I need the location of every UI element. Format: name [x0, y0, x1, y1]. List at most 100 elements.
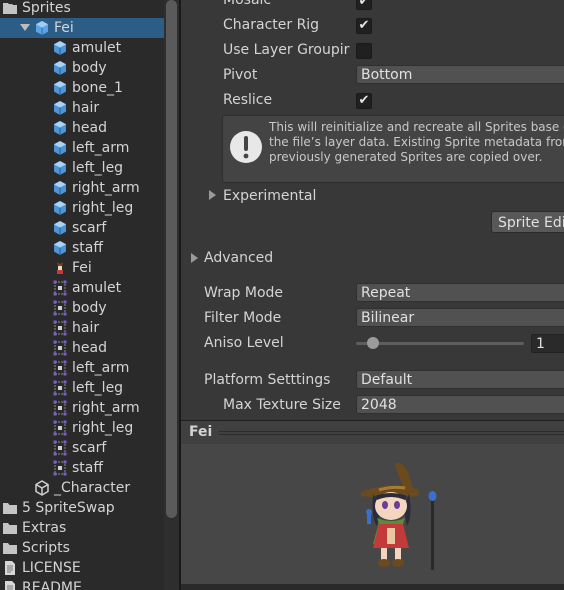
tree-item[interactable]: Fei — [0, 18, 164, 38]
tree-item-label: scarf — [72, 220, 107, 236]
reslice-info-box: This will reinitialize and recreate all … — [222, 115, 564, 183]
tree-item[interactable]: amulet — [0, 278, 164, 298]
tree-item[interactable]: scarf — [0, 218, 164, 238]
max-texture-size-dropdown[interactable]: 2048 — [356, 395, 564, 414]
aniso-level-label: Aniso Level — [204, 335, 284, 351]
tree-item[interactable]: left_arm — [0, 138, 164, 158]
sprite-rect-icon — [52, 420, 68, 436]
mosaic-label: Mosaic — [223, 0, 272, 8]
project-scrollbar[interactable] — [164, 0, 179, 590]
aniso-level-field[interactable]: 1 — [531, 334, 564, 353]
aniso-level-slider-knob[interactable] — [366, 337, 379, 349]
character-icon — [52, 260, 68, 276]
pivot-label: Pivot — [223, 67, 258, 83]
sprite-cube-icon — [52, 180, 68, 196]
tree-item[interactable]: README — [0, 578, 164, 590]
sprite-editor-button[interactable]: Sprite Edi — [491, 211, 564, 233]
pivot-dropdown[interactable]: Bottom — [356, 65, 564, 84]
character-rig-checkbox[interactable]: ✔ — [356, 18, 372, 34]
platform-settings-dropdown[interactable]: Default — [356, 370, 564, 389]
tree-item[interactable]: staff — [0, 238, 164, 258]
advanced-foldout-arrow-icon[interactable] — [191, 253, 198, 263]
project-panel: Sprites Fei amulet body bone_1 hair head left_a… — [0, 0, 164, 590]
tree-item[interactable]: hair — [0, 98, 164, 118]
preview-header-grip — [219, 434, 564, 435]
use-layer-grouping-checkbox[interactable] — [356, 43, 372, 59]
document-icon — [2, 560, 18, 576]
tree-item-label: LICENSE — [22, 560, 81, 576]
tree-item[interactable]: body — [0, 58, 164, 78]
tree-item[interactable]: body — [0, 298, 164, 318]
expand-arrow-icon[interactable] — [20, 24, 30, 31]
tree-item[interactable]: bone_1 — [0, 78, 164, 98]
tree-item[interactable]: scarf — [0, 438, 164, 458]
tree-item-label: scarf — [72, 440, 107, 456]
wrap-mode-dropdown[interactable]: Repeat — [356, 283, 564, 302]
tree-item[interactable]: _Character — [0, 478, 164, 498]
folder-icon — [2, 500, 18, 516]
tree-item-label: hair — [72, 100, 100, 116]
sprite-rect-icon — [52, 340, 68, 356]
sprite-rect-icon — [52, 360, 68, 376]
tree-item[interactable]: hair — [0, 318, 164, 338]
tree-item[interactable]: right_arm — [0, 398, 164, 418]
tree-item[interactable]: left_leg — [0, 158, 164, 178]
tree-item[interactable]: 5 SpriteSwap — [0, 498, 164, 518]
tree-item-label: body — [72, 60, 107, 76]
advanced-foldout-label[interactable]: Advanced — [204, 250, 273, 266]
folder-icon — [2, 520, 18, 536]
tree-item[interactable]: Fei — [0, 258, 164, 278]
tree-item-label: staff — [72, 240, 104, 256]
tree-item[interactable]: right_leg — [0, 418, 164, 438]
project-scrollbar-thumb[interactable] — [166, 0, 177, 518]
reslice-info-text: This will reinitialize and recreate all … — [269, 120, 564, 164]
tree-item[interactable]: Extras — [0, 518, 164, 538]
sprite-rect-icon — [52, 320, 68, 336]
tree-item[interactable]: right_leg — [0, 198, 164, 218]
tree-item-label: README — [22, 580, 82, 590]
folder-icon — [2, 0, 18, 16]
tree-item-label: Fei — [72, 260, 92, 276]
tree-item[interactable]: left_leg — [0, 378, 164, 398]
filter-mode-dropdown[interactable]: Bilinear — [356, 308, 564, 327]
tree-item-label: right_arm — [72, 400, 140, 416]
sprite-cube-icon — [52, 100, 68, 116]
sprite-cube-icon — [52, 160, 68, 176]
tree-item-label: left_leg — [72, 380, 124, 396]
tree-item-label: left_arm — [72, 140, 130, 156]
tree-item[interactable]: staff — [0, 458, 164, 478]
tree-item[interactable]: amulet — [0, 38, 164, 58]
tree-item[interactable]: Sprites — [0, 0, 164, 18]
platform-settings-label: Platform Setttings — [204, 372, 331, 388]
preview-header[interactable]: Fei — [181, 420, 564, 445]
sprite-rect-icon — [52, 280, 68, 296]
preview-header-grip — [219, 431, 564, 432]
sprite-cube-icon — [52, 140, 68, 156]
tree-item-label: Scripts — [22, 540, 70, 556]
sprite-cube-icon — [52, 200, 68, 216]
tree-item[interactable]: right_arm — [0, 178, 164, 198]
experimental-foldout-arrow-icon[interactable] — [209, 190, 216, 200]
tree-item-label: Fei — [54, 20, 74, 36]
preview-title: Fei — [189, 424, 213, 440]
wrap-mode-label: Wrap Mode — [204, 285, 284, 301]
tree-item-label: right_leg — [72, 200, 134, 216]
sprite-rect-icon — [52, 380, 68, 396]
sprite-cube-icon — [52, 220, 68, 236]
sprite-rect-icon — [52, 460, 68, 476]
filter-mode-label: Filter Mode — [204, 310, 282, 326]
tree-item[interactable]: left_arm — [0, 358, 164, 378]
tree-item-label: head — [72, 120, 107, 136]
reslice-checkbox[interactable]: ✔ — [356, 93, 372, 109]
check-icon: ✔ — [358, 93, 370, 108]
sprite-cube-icon — [52, 120, 68, 136]
mosaic-checkbox[interactable]: ✔ — [356, 0, 372, 10]
tree-item-label: amulet — [72, 280, 122, 296]
tree-item-label: _Character — [54, 480, 131, 496]
tree-item[interactable]: LICENSE — [0, 558, 164, 578]
tree-item[interactable]: Scripts — [0, 538, 164, 558]
aniso-level-slider-track[interactable] — [356, 342, 524, 345]
tree-item[interactable]: head — [0, 118, 164, 138]
experimental-foldout-label[interactable]: Experimental — [223, 188, 316, 204]
tree-item[interactable]: head — [0, 338, 164, 358]
